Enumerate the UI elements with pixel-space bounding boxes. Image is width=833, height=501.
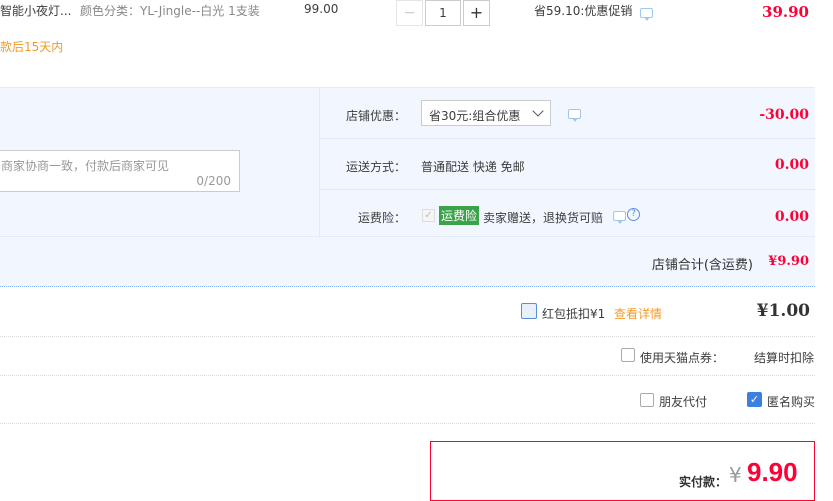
friend-pay-checkbox[interactable]: [640, 393, 654, 407]
anonymous-label: 匿名购买: [767, 395, 816, 409]
redpacket-checkbox[interactable]: [521, 303, 537, 319]
shipping-amount: 0.00: [774, 157, 809, 173]
coupon-label: 使用天猫点券：: [640, 351, 725, 365]
row-divider: [0, 375, 815, 376]
row-divider: [320, 138, 816, 139]
friend-pay-label: 朋友代付: [659, 395, 708, 409]
discount-amount: -30.00: [759, 107, 809, 123]
discount-label: 店铺优惠：: [346, 109, 407, 123]
discount-select[interactable]: 省30元:组合优惠: [421, 100, 551, 126]
pay-box: 实付款： ¥ 9.90: [430, 441, 815, 501]
row-divider: [0, 336, 815, 337]
quantity-plus-button[interactable]: +: [463, 0, 490, 26]
item-spec: 颜色分类：YL-Jingle--白光 1支装: [80, 4, 260, 18]
insurance-text: 卖家赠送，退换货可赔: [483, 211, 604, 225]
shop-total-value: ¥9.90: [768, 254, 809, 269]
row-divider: [320, 189, 816, 190]
insurance-label: 运费险：: [358, 211, 407, 225]
item-row: 智能小夜灯... 款后15天内 颜色分类：YL-Jingle--白光 1支装 9…: [0, 0, 833, 86]
chat-bubble-icon[interactable]: [640, 8, 653, 21]
shop-section: 商家协商一致，付款后商家可见 0/200 店铺优惠： 省30元:组合优惠 -30…: [0, 87, 816, 287]
discount-select-value: 省30元:组合优惠: [429, 109, 521, 123]
shop-right-panel: 店铺优惠： 省30元:组合优惠 -30.00 运送方式： 普通配送 快递 免邮 …: [319, 88, 816, 236]
chat-bubble-icon[interactable]: [613, 211, 626, 224]
shipping-value: 普通配送 快递 免邮: [421, 160, 525, 174]
insurance-amount: 0.00: [774, 209, 809, 225]
item-promo: 省59.10:优惠促销: [534, 4, 633, 18]
row-divider: [0, 236, 815, 237]
shipping-label: 运送方式：: [346, 160, 407, 174]
redpacket-detail-link[interactable]: 查看详情: [614, 305, 662, 322]
redpacket-label: 红包抵扣¥1: [542, 307, 606, 321]
insurance-tag: 运费险: [439, 206, 480, 225]
coupon-value: 结算时扣除: [754, 351, 815, 365]
pay-label: 实付款：: [679, 475, 728, 489]
chat-bubble-icon[interactable]: [568, 109, 581, 122]
item-title[interactable]: 智能小夜灯...: [0, 2, 71, 19]
chevron-down-icon: [532, 105, 544, 117]
pay-amount: 9.90: [747, 457, 798, 487]
pay-currency: ¥: [729, 463, 742, 487]
item-after-sale: 款后15天内: [0, 40, 64, 54]
message-placeholder: 商家协商一致，付款后商家可见: [1, 159, 170, 173]
coupon-checkbox[interactable]: [621, 348, 635, 362]
row-divider: [0, 423, 815, 424]
message-counter: 0/200: [196, 174, 231, 188]
item-subtotal: 39.90: [762, 3, 809, 21]
item-unit-price: 99.00: [304, 2, 339, 16]
redpacket-amount: ¥1.00: [756, 301, 810, 321]
anonymous-checkbox[interactable]: ✓: [747, 392, 762, 407]
quantity-minus-button[interactable]: −: [396, 0, 423, 26]
insurance-checkbox[interactable]: ✓: [422, 209, 435, 222]
shop-total-label: 店铺合计(含运费): [651, 258, 753, 273]
quantity-input[interactable]: 1: [425, 0, 461, 26]
message-box[interactable]: 商家协商一致，付款后商家可见 0/200: [0, 150, 240, 192]
help-icon[interactable]: ?: [627, 208, 640, 221]
